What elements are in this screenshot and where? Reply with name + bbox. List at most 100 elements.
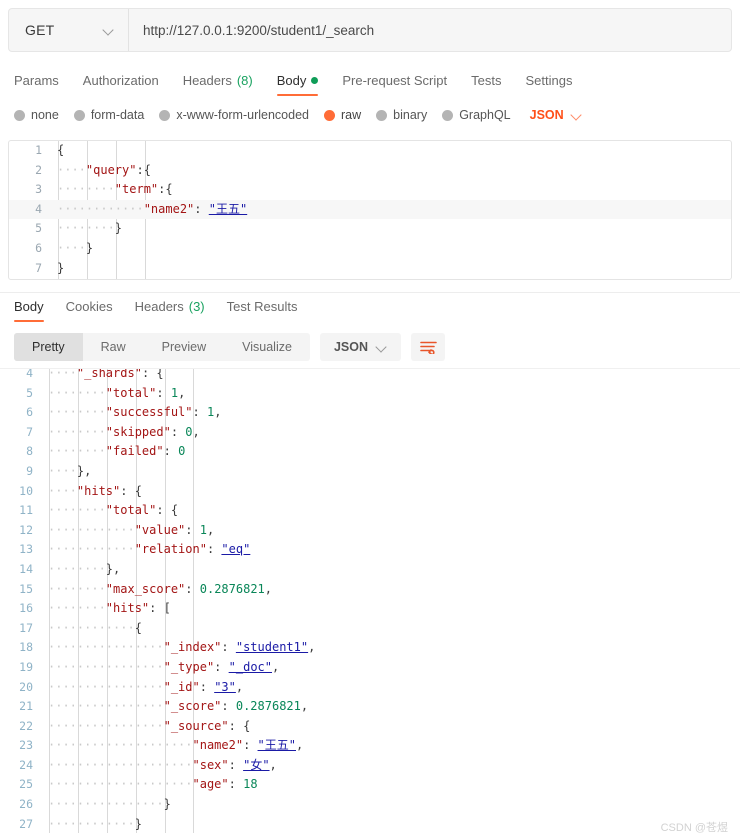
line-content: ················} <box>48 797 171 812</box>
code-line: 22 ················"_source": { <box>0 717 740 737</box>
tab-authorization[interactable]: Authorization <box>83 73 159 96</box>
line-content: ····"hits": { <box>48 483 142 498</box>
line-number: 6 <box>35 240 42 255</box>
tab-headers-count: (8) <box>236 73 253 88</box>
line-number: 17 <box>19 620 33 635</box>
response-tabs: Body Cookies Headers (3) Test Results <box>0 292 740 322</box>
line-number: 18 <box>19 640 33 655</box>
tab-settings-label: Settings <box>525 73 573 88</box>
tab-settings[interactable]: Settings <box>525 73 572 96</box>
line-content: ····················"sex": "女", <box>48 757 277 772</box>
wrap-text-button[interactable] <box>411 333 445 361</box>
line-content: ················"_score": 0.2876821, <box>48 699 309 714</box>
code-line: 1{ <box>9 141 731 161</box>
response-tab-body[interactable]: Body <box>14 299 44 322</box>
line-number: 7 <box>35 260 42 275</box>
watermark: CSDN @苍煜 <box>660 822 728 833</box>
code-line: 2 ····"query":{ <box>9 161 731 181</box>
response-tab-headers[interactable]: Headers (3) <box>135 299 205 322</box>
line-number: 5 <box>26 385 33 400</box>
code-line: 16 ········"hits": [ <box>0 599 740 619</box>
code-line: 23 ····················"name2": "王五", <box>0 736 740 756</box>
line-number: 14 <box>19 561 33 576</box>
body-type-binary-label: binary <box>393 108 428 122</box>
response-tab-cookies-label: Cookies <box>65 299 113 314</box>
body-type-binary[interactable]: binary <box>376 108 427 122</box>
line-number: 12 <box>19 522 33 537</box>
code-line: 19 ················"_type": "_doc", <box>0 658 740 678</box>
view-mode-preview[interactable]: Preview <box>144 333 224 361</box>
response-format-label: JSON <box>333 340 368 354</box>
tab-body-label: Body <box>276 73 307 88</box>
body-type-graphql[interactable]: GraphQL <box>442 108 511 122</box>
code-line: 17 ············{ <box>0 619 740 639</box>
line-content: ········"failed": 0 <box>48 444 186 459</box>
line-content: ········}, <box>48 561 121 576</box>
request-body-editor[interactable]: 1{2 ····"query":{3 ········"term":{4 ······… <box>8 140 732 280</box>
body-type-raw[interactable]: raw <box>324 108 361 122</box>
body-type-x-www-form-urlencoded[interactable]: x-www-form-urlencoded <box>159 108 309 122</box>
code-line: 8 ········"failed": 0 <box>0 442 740 462</box>
line-content: ····················"name2": "王五", <box>48 738 304 753</box>
line-number: 13 <box>19 542 33 557</box>
line-number: 11 <box>19 503 33 518</box>
tab-tests[interactable]: Tests <box>471 73 501 96</box>
line-number: 6 <box>26 405 33 420</box>
line-content: ········"term":{ <box>57 182 173 197</box>
line-content: ················"_index": "student1", <box>48 640 316 655</box>
response-tab-test-results-label: Test Results <box>226 299 298 314</box>
line-content: ········"successful": 1, <box>48 405 222 420</box>
tab-body[interactable]: Body <box>276 73 319 96</box>
response-tab-test-results[interactable]: Test Results <box>227 299 298 322</box>
line-content: { <box>57 143 65 157</box>
line-number: 4 <box>35 201 42 216</box>
body-type-form-data[interactable]: form-data <box>73 108 144 122</box>
line-number: 21 <box>19 699 33 714</box>
line-number: 5 <box>35 221 42 236</box>
code-line: 25 ····················"age": 18 <box>0 775 740 795</box>
body-type-none[interactable]: none <box>14 108 59 122</box>
body-type-options: none form-data x-www-form-urlencoded raw… <box>0 100 740 130</box>
response-tab-headers-label: Headers <box>134 299 184 314</box>
line-number: 3 <box>35 182 42 197</box>
view-mode-raw[interactable]: Raw <box>83 333 144 361</box>
code-line: 7 ········"skipped": 0, <box>0 423 740 443</box>
radio-icon <box>73 109 85 121</box>
tab-tests-label: Tests <box>471 73 502 88</box>
tab-headers[interactable]: Headers (8) <box>183 73 253 96</box>
view-mode-pretty[interactable]: Pretty <box>14 333 83 361</box>
radio-selected-icon <box>324 109 335 121</box>
tab-pre-request-script[interactable]: Pre-request Script <box>342 73 447 96</box>
tab-authorization-label: Authorization <box>82 73 159 88</box>
response-format-select[interactable]: JSON <box>319 333 401 361</box>
body-type-x-www-form-urlencoded-label: x-www-form-urlencoded <box>176 108 309 122</box>
tab-params[interactable]: Params <box>14 73 59 96</box>
line-content: } <box>57 260 65 275</box>
line-number: 26 <box>19 797 33 812</box>
code-line: 3 ········"term":{ <box>9 180 731 200</box>
body-type-raw-label: raw <box>341 108 362 122</box>
view-mode-visualize[interactable]: Visualize <box>224 333 310 361</box>
http-method-select[interactable]: GET <box>9 9 129 51</box>
code-line: 9 ····}, <box>0 462 740 482</box>
code-line: 7} <box>9 259 731 279</box>
code-line: 6 ····} <box>9 239 731 259</box>
code-line: 24 ····················"sex": "女", <box>0 756 740 776</box>
body-modified-dot-icon <box>311 77 319 84</box>
line-content: ················"_type": "_doc", <box>48 659 280 674</box>
request-tabs: Params Authorization Headers (8) Body Pr… <box>0 62 740 96</box>
request-format-select[interactable]: JSON <box>530 108 582 122</box>
line-content: ····"query":{ <box>57 162 151 177</box>
line-content: ····} <box>57 240 94 255</box>
response-body-viewer[interactable]: 4 ····"_shards": {5 ········"total": 1, 6 ··… <box>0 368 740 833</box>
request-url-bar: GET <box>8 8 732 52</box>
line-content: ····"_shards": { <box>48 368 164 380</box>
response-tab-cookies[interactable]: Cookies <box>66 299 113 322</box>
request-url-input[interactable] <box>129 9 731 51</box>
line-number: 22 <box>19 718 33 733</box>
line-content: ············{ <box>48 620 142 635</box>
line-content: ····················"age": 18 <box>48 777 258 792</box>
line-number: 2 <box>35 162 42 177</box>
radio-icon <box>376 109 388 121</box>
line-content: ················"_id": "3", <box>48 679 244 694</box>
